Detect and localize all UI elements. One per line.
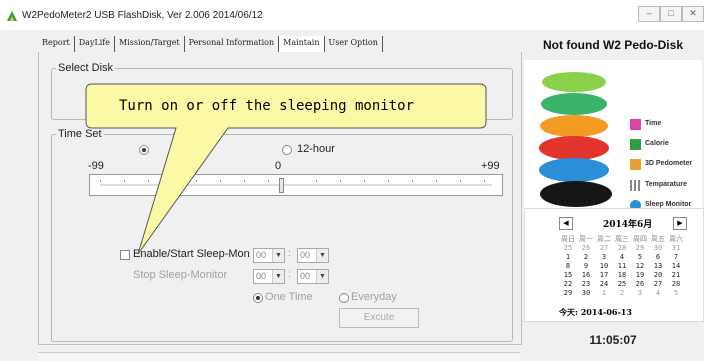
calendar-day[interactable]: 28 xyxy=(613,244,631,253)
calendar-day[interactable]: 29 xyxy=(631,244,649,253)
status-panel: Not found W2 Pedo-Disk Time Calorie 3D P… xyxy=(522,30,704,360)
calendar-day[interactable]: 28 xyxy=(667,280,685,289)
calendar-day[interactable]: 30 xyxy=(577,289,595,298)
weekday: 周六 xyxy=(669,235,683,243)
calendar-day[interactable]: 15 xyxy=(559,271,577,280)
calendar-day[interactable]: 25 xyxy=(613,280,631,289)
calendar-day[interactable]: 12 xyxy=(631,262,649,271)
calendar-day[interactable]: 3 xyxy=(631,289,649,298)
calendar-day[interactable]: 30 xyxy=(649,244,667,253)
feature-sleep-monitor: Sleep Monitor xyxy=(645,201,692,208)
weekday: 周二 xyxy=(597,235,611,243)
calendar-day[interactable]: 2 xyxy=(577,253,595,262)
calendar-day[interactable]: 23 xyxy=(577,280,595,289)
calendar-weekday-row: 周日 周一 周二 周三 周四 周五 周六 xyxy=(559,235,689,244)
calendar-day[interactable]: 1 xyxy=(595,289,613,298)
calendar-week: 22 23 24 25 26 27 28 xyxy=(559,280,689,289)
calendar-day[interactable]: 8 xyxy=(559,262,577,271)
calendar-day[interactable]: 13 xyxy=(649,262,667,271)
calendar-day[interactable]: 7 xyxy=(667,253,685,262)
calendar-week: 25 26 27 28 29 30 31 xyxy=(559,244,689,253)
calendar-day[interactable]: 22 xyxy=(559,280,577,289)
calendar-day[interactable]: 26 xyxy=(631,280,649,289)
weekday: 周三 xyxy=(615,235,629,243)
calendar-week: 1 2 3 4 5 6 7 xyxy=(559,253,689,262)
calendar-day[interactable]: 21 xyxy=(667,271,685,280)
device-status: Not found W2 Pedo-Disk xyxy=(543,38,683,52)
feature-3d-pedometer: 3D Pedometer xyxy=(645,160,693,167)
temperature-icon xyxy=(630,180,641,191)
calendar-day[interactable]: 6 xyxy=(649,253,667,262)
calendar-week: 8 9 10 11 12 13 14 xyxy=(559,262,689,271)
calendar-day[interactable]: 19 xyxy=(631,271,649,280)
weekday: 周四 xyxy=(633,235,647,243)
calendar-day[interactable]: 5 xyxy=(667,289,685,298)
calendar-month: 2014年6月 xyxy=(603,220,653,230)
calendar-day[interactable]: 4 xyxy=(613,253,631,262)
calendar-day[interactable]: 14 xyxy=(667,262,685,271)
weekday: 周五 xyxy=(651,235,665,243)
calendar-prev-button[interactable]: ◀ xyxy=(559,217,573,230)
calendar-day[interactable]: 27 xyxy=(649,280,667,289)
clock: 11:05:07 xyxy=(589,333,637,347)
calendar-day[interactable]: 4 xyxy=(649,289,667,298)
calendar-grid: 周日 周一 周二 周三 周四 周五 周六 25 26 27 28 29 30 3… xyxy=(559,235,689,298)
calendar-day[interactable]: 17 xyxy=(595,271,613,280)
product-banner: Time Calorie 3D Pedometer Temparature Sl… xyxy=(524,60,702,230)
calendar: ◀ 2014年6月 ▶ 周日 周一 周二 周三 周四 周五 周六 25 26 2… xyxy=(524,208,704,322)
calendar-day[interactable]: 3 xyxy=(595,253,613,262)
calendar-day[interactable]: 24 xyxy=(595,280,613,289)
calendar-day[interactable]: 31 xyxy=(667,244,685,253)
calendar-day[interactable]: 26 xyxy=(577,244,595,253)
calendar-header: ◀ 2014年6月 ▶ xyxy=(559,217,689,231)
weekday: 周一 xyxy=(579,235,593,243)
calendar-day[interactable]: 20 xyxy=(649,271,667,280)
feature-temperature: Temparature xyxy=(645,181,687,188)
calendar-day[interactable]: 10 xyxy=(595,262,613,271)
calendar-today[interactable]: 今天: 2014-06-13 xyxy=(559,307,632,318)
calendar-day[interactable]: 29 xyxy=(559,289,577,298)
calendar-day[interactable]: 16 xyxy=(577,271,595,280)
calendar-day[interactable]: 9 xyxy=(577,262,595,271)
calendar-week: 29 30 1 2 3 4 5 xyxy=(559,289,689,298)
calendar-next-button[interactable]: ▶ xyxy=(673,217,687,230)
time-icon xyxy=(630,119,641,130)
calendar-day[interactable]: 27 xyxy=(595,244,613,253)
callout-text: Turn on or off the sleeping monitor xyxy=(119,98,414,114)
weekday: 周日 xyxy=(561,235,575,243)
calendar-day[interactable]: 18 xyxy=(613,271,631,280)
calendar-day[interactable]: 2 xyxy=(613,289,631,298)
calendar-day[interactable]: 11 xyxy=(613,262,631,271)
calendar-day[interactable]: 25 xyxy=(559,244,577,253)
calendar-day[interactable]: 1 xyxy=(559,253,577,262)
feature-calorie: Calorie xyxy=(645,140,669,147)
pedometer-icon xyxy=(630,159,641,170)
calendar-day[interactable]: 5 xyxy=(631,253,649,262)
feature-time: Time xyxy=(645,120,662,127)
calorie-icon xyxy=(630,139,641,150)
calendar-week: 15 16 17 18 19 20 21 xyxy=(559,271,689,280)
